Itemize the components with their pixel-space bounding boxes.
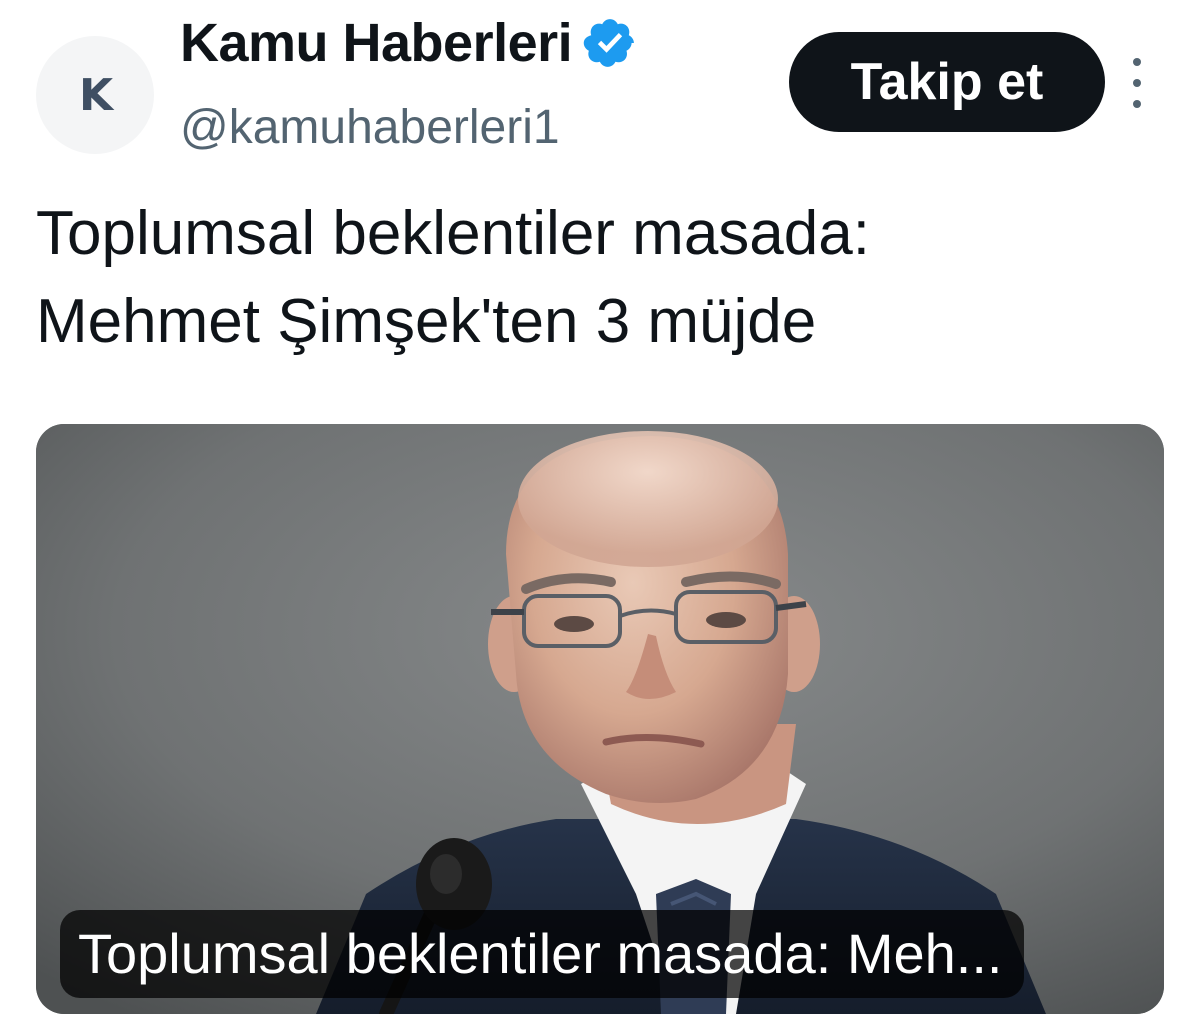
account-name-row[interactable]: Kamu Haberleri [180, 8, 638, 78]
verified-badge-icon [583, 19, 635, 67]
display-name[interactable]: Kamu Haberleri [180, 8, 573, 78]
account-handle[interactable]: @kamuhaberleri1 [180, 96, 560, 160]
avatar-logo-letter: K [78, 69, 113, 121]
follow-button[interactable]: Takip et [789, 32, 1105, 132]
link-card[interactable]: Toplumsal beklentiler masada: Meh... [36, 424, 1164, 1014]
tweet-text: Toplumsal beklentiler masada: Mehmet Şim… [36, 190, 1146, 366]
tweet-text-line-1: Toplumsal beklentiler masada: [36, 199, 870, 268]
link-card-caption: Toplumsal beklentiler masada: Meh... [60, 910, 1025, 998]
tweet-text-line-2: Mehmet Şimşek'ten 3 müjde [36, 287, 817, 356]
avatar[interactable]: K [36, 36, 154, 154]
more-vertical-icon[interactable] [1122, 58, 1152, 108]
